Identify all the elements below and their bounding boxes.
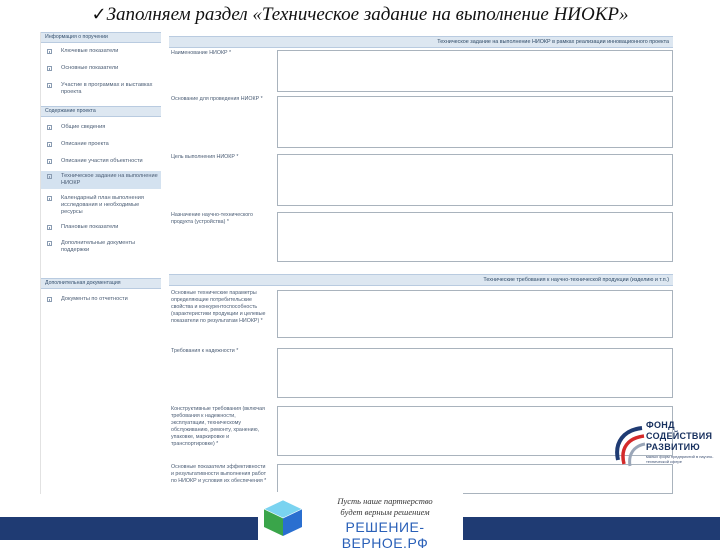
field-label: Основание для проведения НИОКР * [171, 96, 263, 102]
field-label: Наименование НИОКР * [171, 50, 232, 56]
reliability-textarea[interactable] [277, 348, 673, 398]
goal-textarea[interactable] [277, 154, 673, 206]
slide-title: ✓Заполняем раздел «Техническое задание н… [0, 4, 720, 26]
document-icon [47, 159, 52, 164]
footer-banner: Пусть наше партнерство будет верным реше… [258, 492, 463, 551]
sidebar-panel-info: Информация о поручении Ключевые показате… [41, 32, 161, 98]
cube-logo-icon [263, 499, 303, 536]
document-icon [47, 125, 52, 130]
sidebar-item-participation-desc[interactable]: Описание участия объектности [41, 156, 161, 167]
sidebar-panel-docs: Дополнительная документация Документы по… [41, 278, 161, 305]
sidebar-item-label: Плановые показатели [61, 224, 119, 230]
sidebar-item-main-indicators[interactable]: Основные показатели [41, 63, 161, 74]
tech-params-textarea[interactable] [277, 290, 673, 338]
sidebar-item-label: Участие в программах и выставках проекта [61, 82, 153, 95]
field-label: Основные технические параметры определяю… [171, 290, 266, 324]
field-label: Основные показатели эффективности и резу… [171, 464, 267, 484]
sidebar-item-label: Техническое задание на выполнение НИОКР [61, 173, 158, 186]
banner-slogan-line1: Пусть наше партнерство [337, 496, 433, 506]
document-icon [47, 66, 52, 71]
sidebar-panel-header: Информация о поручении [41, 32, 161, 43]
sidebar-item-label: Описание проекта [61, 141, 109, 147]
sidebar-item-label: Дополнительные документы поддержки [61, 240, 136, 253]
document-icon [47, 241, 52, 246]
sidebar-panel-content: Содержание проекта Общие сведения Описан… [41, 106, 161, 256]
sidebar-item-project-description[interactable]: Описание проекта [41, 139, 161, 150]
document-icon [47, 142, 52, 147]
sidebar-item-label: Ключевые показатели [61, 48, 119, 54]
document-icon [47, 174, 52, 179]
check-mark-icon: ✓ [91, 4, 107, 25]
fund-swoosh-icon [615, 426, 646, 467]
document-icon [47, 225, 52, 230]
field-label: Цель выполнения НИОКР * [171, 154, 239, 160]
sidebar-item-label: Документы по отчетности [61, 296, 128, 302]
form-area: Техническое задание на выполнение НИОКР … [169, 32, 673, 494]
niokr-name-textarea[interactable] [277, 50, 673, 92]
slide-title-text: Заполняем раздел «Техническое задание на… [106, 4, 629, 25]
sidebar-panel-header: Содержание проекта [41, 106, 161, 117]
sidebar-item-reporting-docs[interactable]: Документы по отчетности [41, 294, 161, 305]
field-label: Требования к надежности * [171, 348, 239, 354]
banner-slogan-line2: будет верным решением [340, 507, 430, 517]
sidebar-item-label: Основные показатели [61, 65, 119, 71]
document-icon [47, 49, 52, 54]
document-icon [47, 83, 52, 88]
fund-logo-line2: СОДЕЙСТВИЯ [646, 431, 713, 441]
sidebar-item-key-indicators[interactable]: Ключевые показатели [41, 46, 161, 57]
sidebar-item-additional-docs[interactable]: Дополнительные документы поддержки [41, 238, 161, 256]
basis-textarea[interactable] [277, 96, 673, 148]
field-label: Назначение научно-технического продукта … [171, 212, 253, 225]
purpose-textarea[interactable] [277, 212, 673, 262]
document-icon [47, 297, 52, 302]
sidebar-item-planned-indicators[interactable]: Плановые показатели [41, 222, 161, 233]
sidebar-item-label: Общие сведения [61, 124, 106, 130]
sidebar-panel-header: Дополнительная документация [41, 278, 161, 289]
sidebar-item-label: Календарный план выполнения исследования… [61, 195, 144, 215]
fund-logo-line1: ФОНД [646, 420, 675, 430]
sidebar-item-label: Описание участия объектности [61, 158, 143, 164]
fund-logo: ФОНД СОДЕЙСТВИЯ РАЗВИТИЮ малых форм пред… [612, 418, 720, 478]
fund-logo-line3: РАЗВИТИЮ [646, 442, 700, 452]
section-header-technical-requirements: Технические требования к научно-техничес… [169, 274, 673, 286]
sidebar-item-general-info[interactable]: Общие сведения [41, 122, 161, 133]
embedded-form-screenshot: Информация о поручении Ключевые показате… [40, 32, 673, 494]
section-header-technical-task: Техническое задание на выполнение НИОКР … [169, 36, 673, 48]
banner-domain-link[interactable]: РЕШЕНИЕ-ВЕРНОЕ.РФ [310, 519, 460, 551]
fund-logo-subtitle: малых форм предприятий в научно-техничес… [646, 454, 714, 464]
sidebar-item-technical-task[interactable]: Техническое задание на выполнение НИОКР [41, 171, 161, 189]
sidebar-item-calendar-plan[interactable]: Календарный план выполнения исследования… [41, 193, 161, 218]
sidebar-nav: Информация о поручении Ключевые показате… [41, 32, 161, 494]
document-icon [47, 196, 52, 201]
sidebar-item-participation[interactable]: Участие в программах и выставках проекта [41, 80, 161, 98]
field-label: Конструктивные требования (включая требо… [171, 406, 265, 447]
